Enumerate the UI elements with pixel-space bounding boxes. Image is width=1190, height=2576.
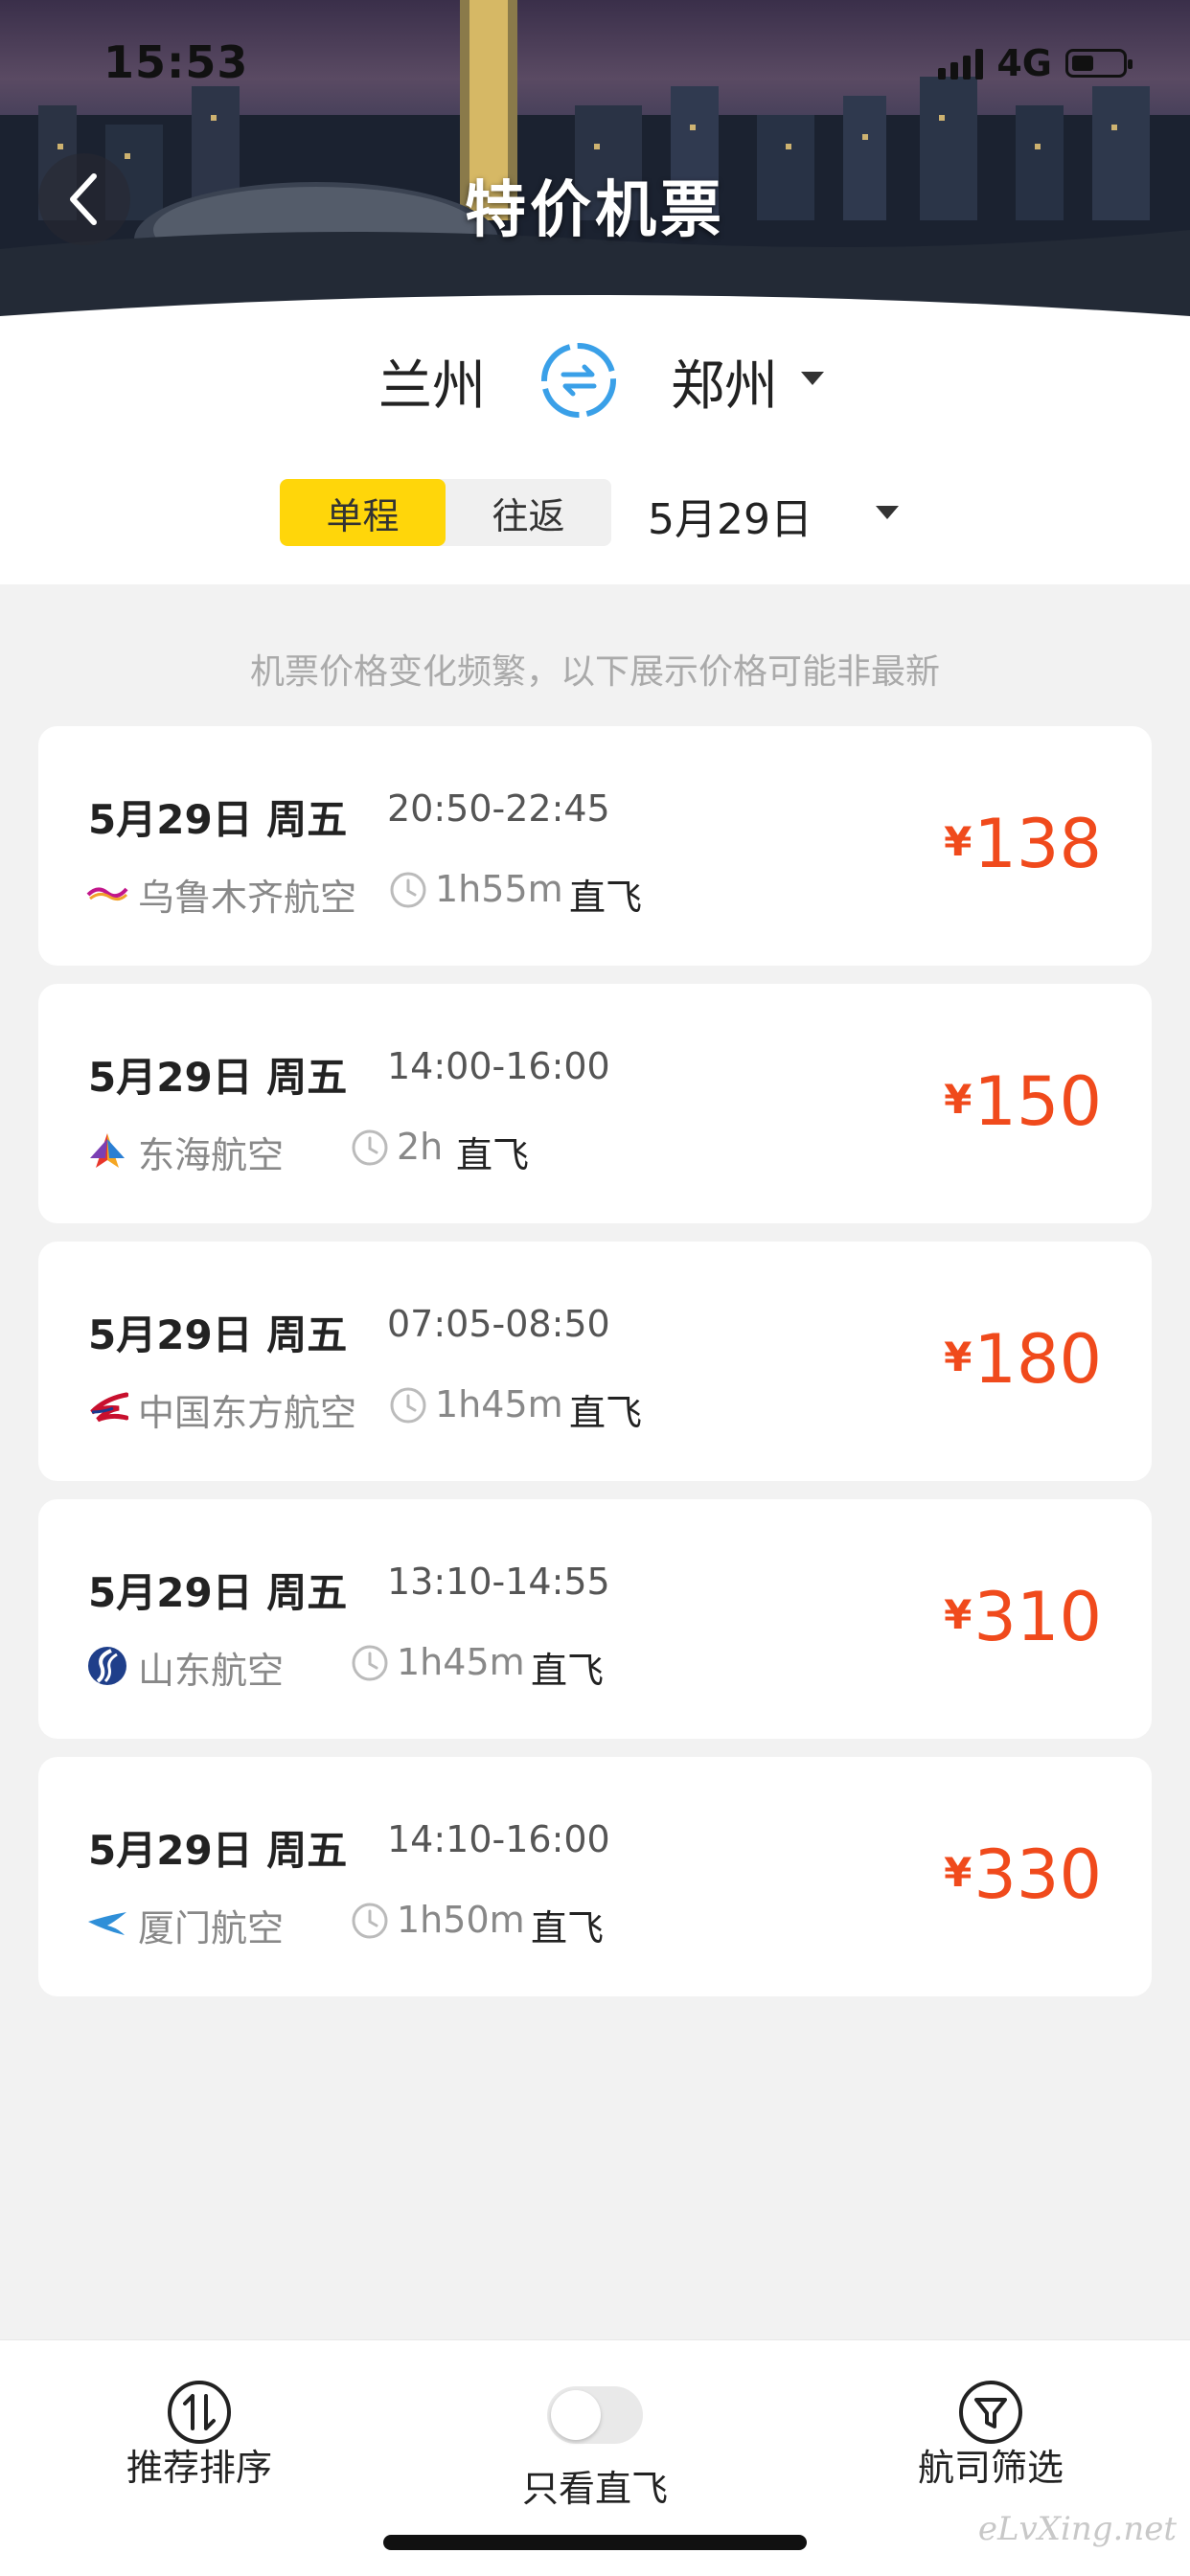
signal-icon — [938, 47, 984, 80]
departure-city[interactable]: 兰州 — [378, 343, 486, 421]
airline-name: 山东航空 — [138, 1650, 285, 1692]
filter-icon — [959, 2381, 1022, 2444]
flight-duration: 1h45m — [435, 1383, 563, 1425]
flight-date: 5月29日 周五 — [88, 1569, 348, 1616]
shandong-air-logo-icon — [88, 1647, 126, 1685]
page-title: 特价机票 — [465, 175, 725, 246]
network-type: 4G — [996, 42, 1052, 84]
trip-type-toggle: 单程 往返 — [280, 479, 611, 546]
flight-price: ¥138 — [944, 805, 1102, 883]
home-indicator — [383, 2535, 807, 2550]
urumqi-air-logo-icon — [86, 887, 128, 901]
airline-name: 中国东方航空 — [138, 1392, 357, 1434]
price-value: 310 — [973, 1578, 1102, 1656]
currency-symbol: ¥ — [944, 1334, 973, 1380]
price-value: 150 — [973, 1062, 1102, 1141]
flight-stop-type: 直飞 — [531, 1650, 605, 1692]
airline-name: 乌鲁木齐航空 — [138, 877, 357, 919]
flight-card[interactable]: 5月29日 周五 13:10-14:55 山东航空 1h45m 直飞 ¥310 — [38, 1499, 1152, 1739]
clock-icon — [352, 1903, 388, 1939]
swap-cities-icon[interactable] — [538, 340, 619, 421]
flight-date: 5月29日 周五 — [88, 796, 348, 843]
flight-card[interactable]: 5月29日 周五 14:00-16:00 东海航空 2h 直飞 ¥150 — [38, 984, 1152, 1223]
price-notice: 机票价格变化频繁，以下展示价格可能非最新 — [249, 652, 940, 692]
toggle-switch[interactable] — [547, 2386, 643, 2444]
clock-icon — [390, 1387, 426, 1424]
flight-price: ¥330 — [944, 1835, 1102, 1914]
flight-date: 5月29日 周五 — [88, 1827, 348, 1874]
caret-down-icon[interactable] — [801, 372, 824, 385]
arrival-city[interactable]: 郑州 — [671, 343, 778, 421]
flight-time: 20:50-22:45 — [387, 787, 610, 830]
clock-icon — [352, 1129, 388, 1166]
flight-time: 07:05-08:50 — [387, 1303, 610, 1345]
battery-icon — [1065, 49, 1133, 78]
status-time: 15:53 — [103, 36, 249, 88]
flight-time: 14:10-16:00 — [387, 1818, 610, 1860]
flight-stop-type: 直飞 — [569, 1392, 643, 1434]
date-selector[interactable]: 5月29日 — [648, 485, 812, 546]
airline-filter-label: 航司筛选 — [917, 2447, 1064, 2489]
flight-price: ¥150 — [944, 1062, 1102, 1141]
currency-symbol: ¥ — [944, 1849, 973, 1896]
price-value: 330 — [973, 1835, 1102, 1914]
price-value: 180 — [973, 1320, 1102, 1399]
flight-card[interactable]: 5月29日 周五 07:05-08:50 中国东方航空 1h45m 直飞 ¥18… — [38, 1242, 1152, 1481]
currency-symbol: ¥ — [944, 1076, 973, 1123]
sort-icon — [168, 2381, 231, 2444]
airline-filter-button[interactable]: 航司筛选 — [876, 2379, 1106, 2491]
price-value: 138 — [973, 805, 1102, 883]
flight-duration: 2h — [397, 1126, 444, 1168]
direct-only-label: 只看直飞 — [521, 2468, 668, 2510]
clock-icon — [390, 872, 426, 908]
sort-button[interactable]: 推荐排序 — [84, 2379, 314, 2491]
clock-icon — [352, 1645, 388, 1681]
header-banner: 15:53 4G 特价机票 — [0, 0, 1190, 316]
flight-stop-type: 直飞 — [456, 1134, 530, 1176]
flight-card[interactable]: 5月29日 周五 14:10-16:00 厦门航空 1h50m 直飞 ¥330 — [38, 1757, 1152, 1996]
flight-duration: 1h55m — [435, 868, 563, 910]
flight-time: 14:00-16:00 — [387, 1045, 610, 1087]
status-indicators: 4G — [938, 42, 1133, 84]
currency-symbol: ¥ — [944, 1591, 973, 1638]
airline-name: 东海航空 — [138, 1134, 285, 1176]
flight-price: ¥180 — [944, 1320, 1102, 1399]
one-way-option[interactable]: 单程 — [280, 479, 446, 546]
flight-time: 13:10-14:55 — [387, 1561, 610, 1603]
flight-card[interactable]: 5月29日 周五 20:50-22:45 乌鲁木齐航空 1h55m 直飞 ¥13… — [38, 726, 1152, 966]
round-trip-option[interactable]: 往返 — [446, 479, 611, 546]
watermark: eLvXing.net — [977, 2510, 1177, 2548]
china-eastern-logo-icon — [90, 1392, 128, 1423]
currency-symbol: ¥ — [944, 818, 973, 865]
flight-duration: 1h45m — [397, 1641, 525, 1683]
flight-stop-type: 直飞 — [569, 877, 643, 919]
caret-down-icon[interactable] — [876, 506, 899, 519]
sort-label: 推荐排序 — [126, 2447, 272, 2489]
flight-duration: 1h50m — [397, 1899, 525, 1941]
donghai-air-logo-icon — [90, 1133, 125, 1168]
flight-stop-type: 直飞 — [531, 1907, 605, 1949]
airline-name: 厦门航空 — [138, 1907, 285, 1949]
flight-date: 5月29日 周五 — [88, 1054, 348, 1101]
flight-price: ¥310 — [944, 1578, 1102, 1656]
flight-date: 5月29日 周五 — [88, 1311, 348, 1358]
direct-only-toggle[interactable]: 只看直飞 — [480, 2379, 710, 2512]
xiamen-air-logo-icon — [88, 1912, 126, 1935]
